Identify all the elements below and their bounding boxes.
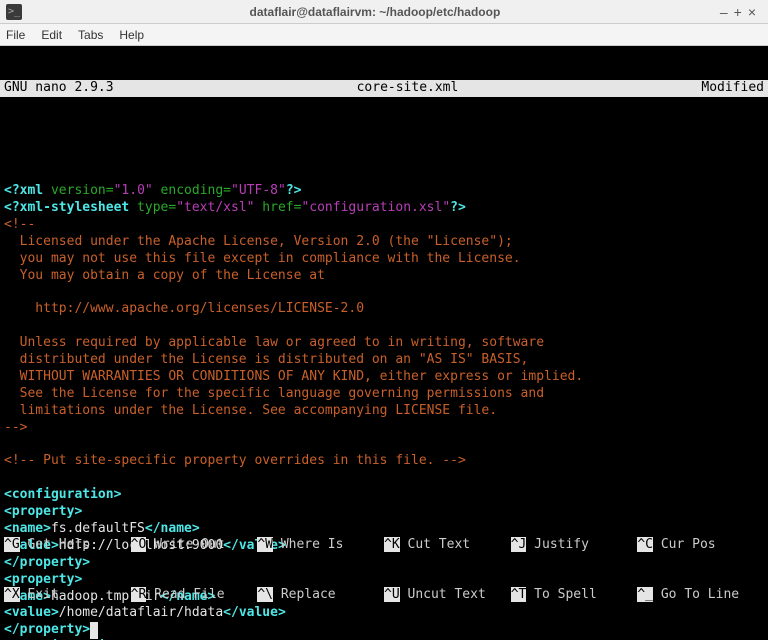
shortcut-cut-text[interactable]: ^K Cut Text <box>384 537 511 554</box>
license-line: Licensed under the Apache License, Versi… <box>4 234 513 249</box>
license-line: See the License for the specific languag… <box>4 386 544 401</box>
license-line: WITHOUT WARRANTIES OR CONDITIONS OF ANY … <box>4 369 583 384</box>
shortcut-cur-pos[interactable]: ^C Cur Pos <box>637 537 764 554</box>
xsl-href-val: "configuration.xsl" <box>301 200 450 215</box>
blank-line <box>4 436 12 451</box>
footer-row: ^G Get Help ^O Write Out ^W Where Is ^K … <box>4 537 764 554</box>
comment-open: <!-- <box>4 217 35 232</box>
nano-filename: core-site.xml <box>114 80 702 97</box>
license-line: you may not use this file except in comp… <box>4 251 521 266</box>
menu-tabs[interactable]: Tabs <box>78 28 103 42</box>
shortcut-uncut-text[interactable]: ^U Uncut Text <box>384 587 511 604</box>
xml-version-attr: version= <box>43 183 113 198</box>
xsl-close: ?> <box>450 200 466 215</box>
menu-file[interactable]: File <box>6 28 25 42</box>
shortcut-where-is[interactable]: ^W Where Is <box>257 537 384 554</box>
shortcut-get-help[interactable]: ^G Get Help <box>4 537 131 554</box>
shortcut-to-spell[interactable]: ^T To Spell <box>511 587 638 604</box>
blank-line <box>4 284 12 299</box>
close-button[interactable]: × <box>748 4 762 20</box>
tag-configuration-open: <configuration> <box>4 487 121 502</box>
window-controls[interactable]: –+× <box>720 4 762 20</box>
shortcut-exit[interactable]: ^X Exit <box>4 587 131 604</box>
license-url: http://www.apache.org/licenses/LICENSE-2… <box>4 301 364 316</box>
nano-header: GNU nano 2.9.3 core-site.xml Modified <box>0 80 768 97</box>
blank-line <box>4 166 12 181</box>
shortcut-read-file[interactable]: ^R Read File <box>131 587 258 604</box>
minimize-button[interactable]: – <box>720 4 734 20</box>
nano-version: GNU nano 2.9.3 <box>4 80 114 97</box>
menu-bar: File Edit Tabs Help <box>0 24 768 46</box>
maximize-button[interactable]: + <box>734 4 748 20</box>
xml-decl-close: ?> <box>286 183 302 198</box>
xml-encoding-val: "UTF-8" <box>231 183 286 198</box>
comment-close: --> <box>4 420 27 435</box>
terminal[interactable]: GNU nano 2.9.3 core-site.xml Modified <?… <box>0 46 768 640</box>
xsl-open: <?xml-stylesheet <box>4 200 129 215</box>
nano-status: Modified <box>701 80 764 97</box>
xsl-href-attr: href= <box>254 200 301 215</box>
license-line: distributed under the License is distrib… <box>4 352 528 367</box>
shortcut-replace[interactable]: ^\ Replace <box>257 587 384 604</box>
xml-decl-open: <?xml <box>4 183 43 198</box>
license-line: Unless required by applicable law or agr… <box>4 335 544 350</box>
window-title-bar: >_ dataflair@dataflairvm: ~/hadoop/etc/h… <box>0 0 768 24</box>
blank-line <box>4 470 12 485</box>
xsl-type-val: "text/xsl" <box>176 200 254 215</box>
license-line: limitations under the License. See accom… <box>4 403 497 418</box>
window-title: dataflair@dataflairvm: ~/hadoop/etc/hado… <box>30 5 720 19</box>
menu-help[interactable]: Help <box>119 28 144 42</box>
shortcut-go-to-line[interactable]: ^_ Go To Line <box>637 587 764 604</box>
license-line: You may obtain a copy of the License at <box>4 268 325 283</box>
shortcut-write-out[interactable]: ^O Write Out <box>131 537 258 554</box>
nano-footer: ^G Get Help ^O Write Out ^W Where Is ^K … <box>0 503 768 640</box>
xsl-type-attr: type= <box>129 200 176 215</box>
xml-encoding-attr: encoding= <box>153 183 231 198</box>
terminal-icon: >_ <box>6 4 22 20</box>
blank-line <box>4 318 12 333</box>
comment-line: <!-- Put site-specific property override… <box>4 453 466 468</box>
menu-edit[interactable]: Edit <box>41 28 62 42</box>
shortcut-justify[interactable]: ^J Justify <box>511 537 638 554</box>
footer-row: ^X Exit ^R Read File ^\ Replace ^U Uncut… <box>4 587 764 604</box>
xml-version-val: "1.0" <box>114 183 153 198</box>
